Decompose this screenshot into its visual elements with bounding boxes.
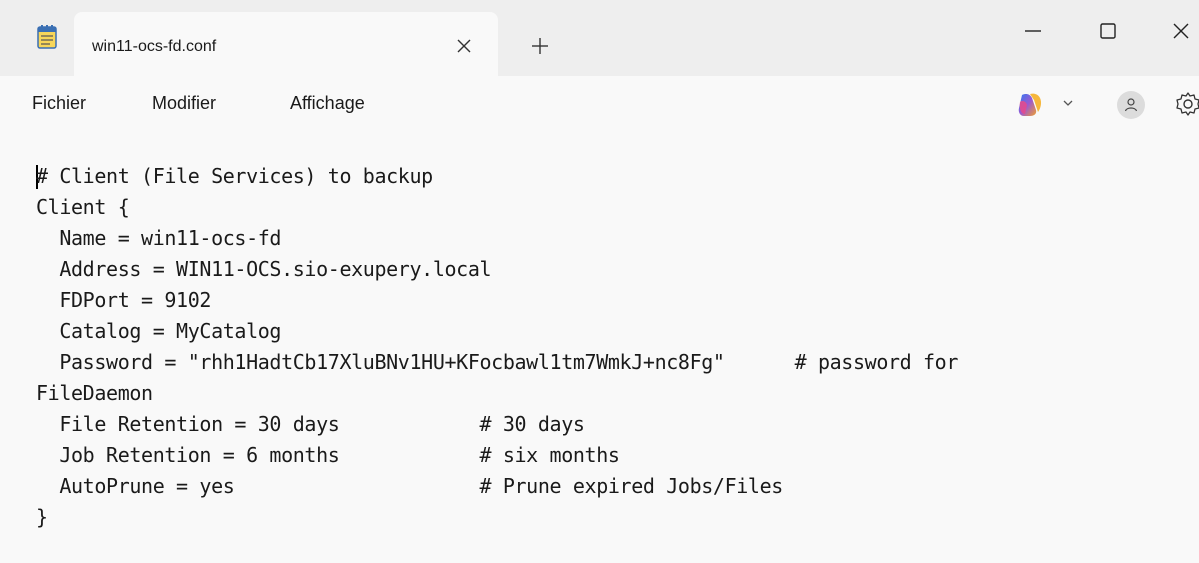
- editor-line: AutoPrune = yes # Prune expired Jobs/Fil…: [36, 474, 783, 498]
- chevron-down-icon[interactable]: [1061, 96, 1075, 110]
- menu-fichier[interactable]: Fichier: [32, 93, 86, 114]
- editor-line: FDPort = 9102: [36, 288, 212, 312]
- minimize-icon[interactable]: [1018, 16, 1048, 46]
- editor-line: Catalog = MyCatalog: [36, 319, 282, 343]
- maximize-icon[interactable]: [1093, 16, 1123, 46]
- plus-icon[interactable]: [528, 34, 552, 58]
- notepad-icon: [37, 25, 57, 49]
- menu-affichage[interactable]: Affichage: [290, 93, 365, 114]
- editor-line: FileDaemon: [36, 381, 153, 405]
- copilot-icon[interactable]: [1016, 92, 1044, 118]
- title-bar: win11-ocs-fd.conf: [0, 0, 1199, 76]
- editor-line: }: [36, 505, 48, 529]
- editor-line: Client {: [36, 195, 130, 219]
- editor-line: Name = win11-ocs-fd: [36, 226, 282, 250]
- editor-line: Password = "rhh1HadtCb17XluBNv1HU+KFocba…: [36, 350, 959, 374]
- text-editor[interactable]: [0, 132, 1199, 563]
- close-icon[interactable]: [452, 34, 476, 58]
- close-window-icon[interactable]: [1166, 16, 1196, 46]
- account-icon[interactable]: [1116, 90, 1146, 120]
- menu-modifier[interactable]: Modifier: [152, 93, 216, 114]
- gear-icon[interactable]: [1172, 88, 1199, 120]
- editor-line: File Retention = 30 days # 30 days: [36, 412, 585, 436]
- editor-line: Address = WIN11-OCS.sio-exupery.local: [36, 257, 492, 281]
- editor-line: # Client (File Services) to backup: [36, 164, 433, 188]
- editor-line: Job Retention = 6 months # six months: [36, 443, 620, 467]
- tab-file[interactable]: win11-ocs-fd.conf: [74, 12, 498, 76]
- tab-title: win11-ocs-fd.conf: [92, 38, 217, 55]
